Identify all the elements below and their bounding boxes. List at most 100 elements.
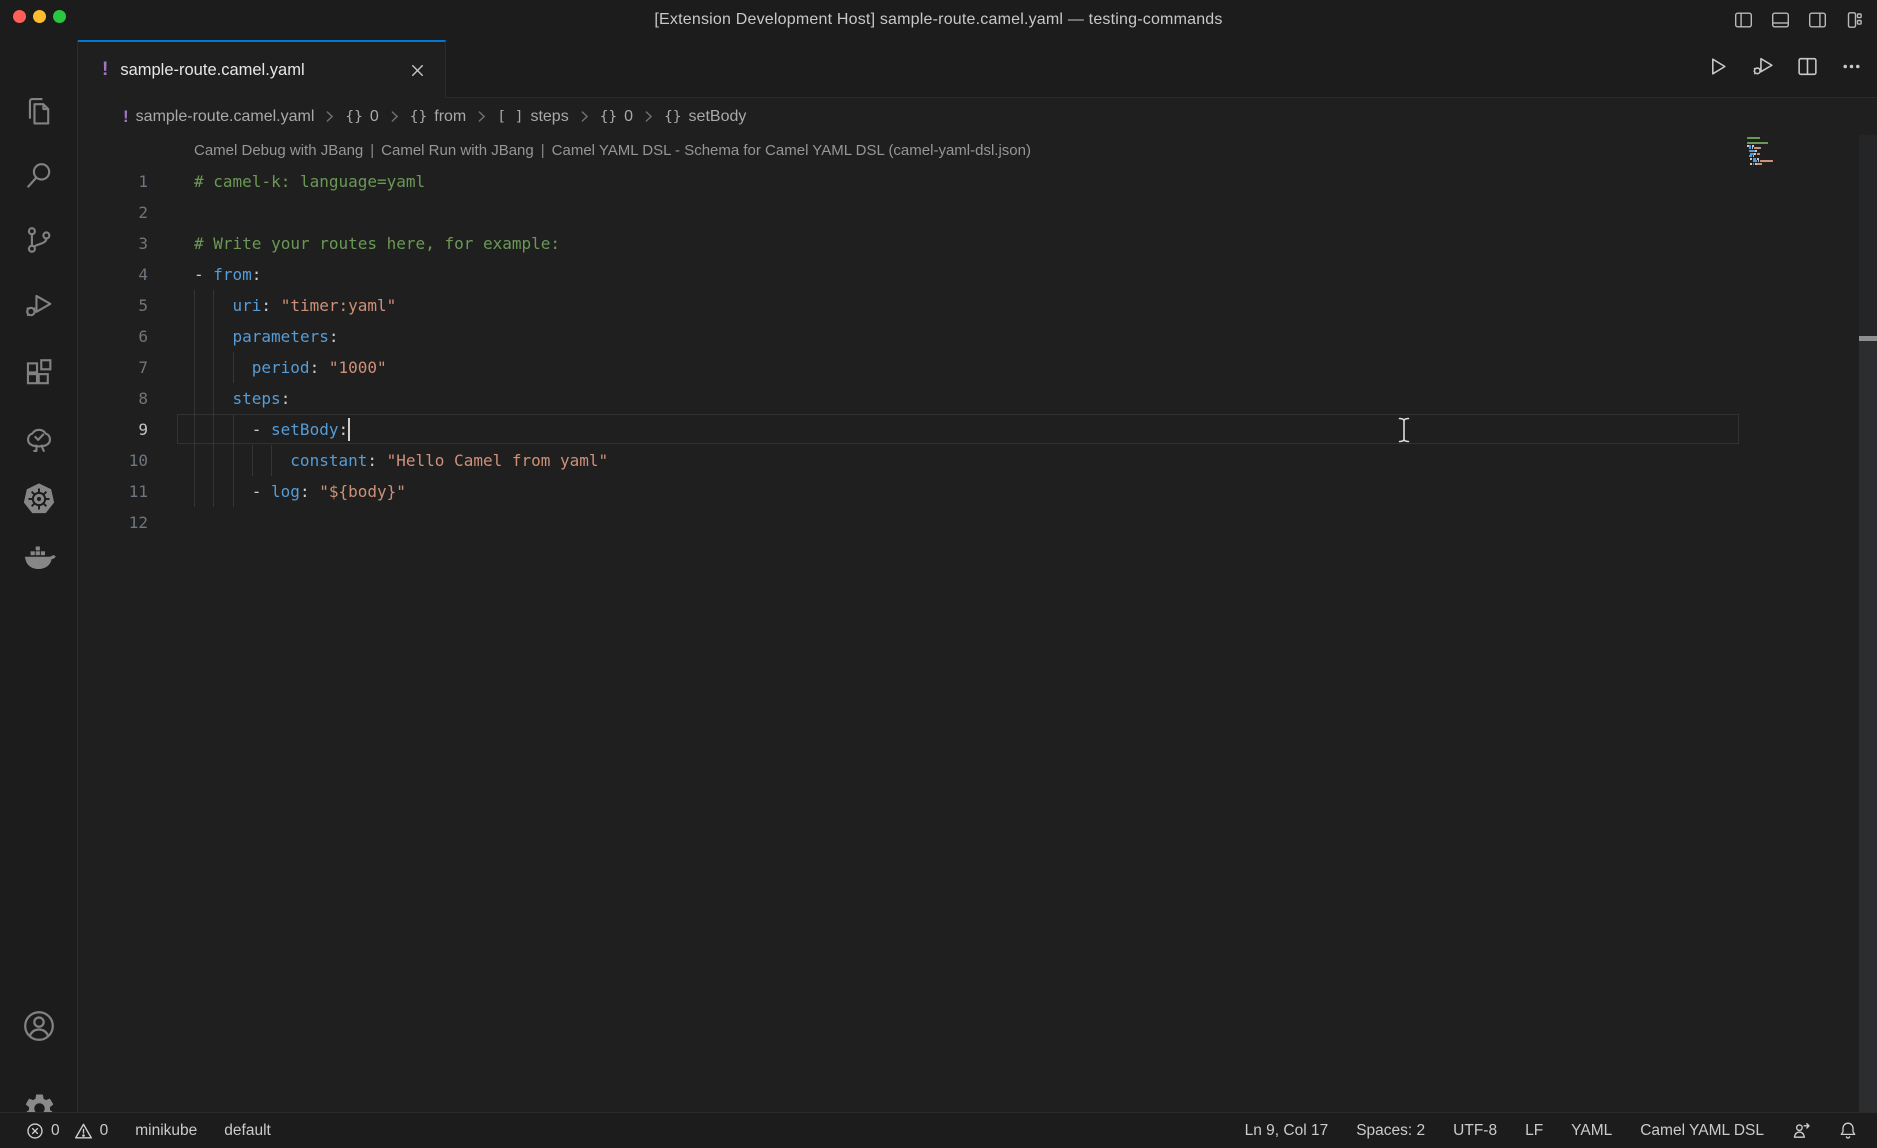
code-line-2[interactable]: 2 [78, 197, 1859, 228]
codelens-separator: | [541, 142, 545, 159]
breadcrumb-label: steps [530, 108, 568, 126]
line-number[interactable]: 7 [78, 352, 148, 383]
run-and-debug-icon[interactable] [21, 287, 57, 323]
warning-icon [74, 1122, 93, 1140]
background-window-sliver [1859, 135, 1877, 336]
chevron-right-icon [387, 109, 402, 124]
line-number[interactable]: 4 [78, 259, 148, 290]
run-or-debug-icon[interactable] [1750, 55, 1775, 83]
code-text: # camel-k: language=yaml [194, 166, 425, 197]
line-number[interactable]: 6 [78, 321, 148, 352]
breadcrumb-item-sample-route-camel-yaml[interactable]: !sample-route.camel.yaml [123, 107, 314, 127]
toggle-secondary-sidebar-icon[interactable] [1807, 10, 1828, 30]
error-icon [26, 1122, 44, 1140]
extensions-icon[interactable] [21, 355, 57, 391]
search-icon[interactable] [21, 157, 57, 193]
breadcrumb-item-setbody[interactable]: {} setBody [664, 108, 746, 126]
symbol-object-icon: {} [664, 109, 681, 125]
accounts-icon[interactable] [21, 1008, 57, 1044]
codelens-link[interactable]: Camel Debug with JBang [194, 142, 363, 159]
code-text: - log: "${body}" [194, 476, 406, 507]
minimap[interactable] [1747, 137, 1793, 169]
background-window-sliver-lower [1859, 341, 1877, 1112]
line-number[interactable]: 12 [78, 507, 148, 538]
notifications-bell-icon[interactable] [1839, 1121, 1857, 1140]
tab-sample-route-camel-yaml[interactable]: ! sample-route.camel.yaml [78, 40, 446, 98]
line-number[interactable]: 11 [78, 476, 148, 507]
chevron-right-icon [322, 109, 337, 124]
codelens-link[interactable]: Camel Run with JBang [381, 142, 534, 159]
customize-layout-icon[interactable] [1844, 10, 1865, 30]
chevron-right-icon [577, 109, 592, 124]
code-line-7[interactable]: 7 period: "1000" [78, 352, 1859, 383]
source-control-icon[interactable] [21, 222, 57, 258]
breadcrumb: !sample-route.camel.yaml {} 0 {}from [ ] step… [78, 98, 1877, 135]
line-number[interactable]: 2 [78, 197, 148, 228]
symbol-object-icon: {} [345, 109, 362, 125]
error-count: 0 [51, 1122, 60, 1140]
breadcrumb-label: 0 [370, 108, 379, 126]
code-line-4[interactable]: 4 - from: [78, 259, 1859, 290]
code-line-5[interactable]: 5 uri: "timer:yaml" [78, 290, 1859, 321]
activity-bar [0, 40, 78, 1112]
code-line-12[interactable]: 12 [78, 507, 1859, 538]
code-text: period: "1000" [194, 352, 387, 383]
cursor-position-status[interactable]: Ln 9, Col 17 [1245, 1122, 1329, 1140]
breadcrumb-item-from[interactable]: {}from [410, 108, 466, 126]
kube-namespace-status[interactable]: default [224, 1122, 271, 1140]
run-file-icon[interactable] [1706, 55, 1729, 83]
yaml-file-icon: ! [123, 107, 129, 127]
problems-status[interactable]: 0 0 [26, 1122, 108, 1140]
code-text: - from: [194, 259, 261, 290]
feedback-icon[interactable] [1792, 1121, 1811, 1140]
breadcrumb-label: setBody [689, 108, 747, 126]
breadcrumb-item-0[interactable]: {} 0 [345, 108, 378, 126]
language-mode-status[interactable]: YAML [1571, 1122, 1612, 1140]
code-text: constant: "Hello Camel from yaml" [194, 445, 608, 476]
encoding-status[interactable]: UTF-8 [1453, 1122, 1497, 1140]
chevron-right-icon [474, 109, 489, 124]
kubernetes-icon[interactable] [21, 481, 57, 517]
yaml-file-icon: ! [102, 59, 108, 81]
breadcrumb-label: 0 [624, 108, 633, 126]
breadcrumb-item-steps[interactable]: [ ] steps [497, 108, 568, 126]
docker-icon[interactable] [21, 539, 57, 575]
code-text: # Write your routes here, for example: [194, 228, 560, 259]
line-number[interactable]: 10 [78, 445, 148, 476]
status-bar: 0 0 minikube default Ln 9, Col 17 Spaces:… [0, 1112, 1877, 1148]
editor-pane[interactable]: Camel Debug with JBang | Camel Run with JB… [78, 135, 1859, 1112]
code-text: uri: "timer:yaml" [194, 290, 396, 321]
code-line-9[interactable]: 9 - setBody: [78, 414, 1859, 445]
testing-icon[interactable] [21, 421, 57, 457]
code-line-10[interactable]: 10 constant: "Hello Camel from yaml" [78, 445, 1859, 476]
code-line-11[interactable]: 11 - log: "${body}" [78, 476, 1859, 507]
symbol-array-icon: [ ] [497, 109, 523, 125]
code-line-8[interactable]: 8steps: [78, 383, 1859, 414]
code-line-6[interactable]: 6parameters: [78, 321, 1859, 352]
camel-dsl-status[interactable]: Camel YAML DSL [1640, 1122, 1764, 1140]
code-text: - setBody: [194, 414, 348, 445]
line-number[interactable]: 3 [78, 228, 148, 259]
line-number[interactable]: 5 [78, 290, 148, 321]
line-number[interactable]: 1 [78, 166, 148, 197]
code-line-1[interactable]: 1 # camel-k: language=yaml [78, 166, 1859, 197]
indentation-status[interactable]: Spaces: 2 [1356, 1122, 1425, 1140]
more-actions-icon[interactable] [1840, 55, 1863, 83]
line-number[interactable]: 8 [78, 383, 148, 414]
window-title: [Extension Development Host] sample-rout… [0, 0, 1877, 40]
kube-context-status[interactable]: minikube [135, 1122, 197, 1140]
line-number[interactable]: 9 [78, 414, 148, 445]
breadcrumb-item-0[interactable]: {}0 [600, 108, 633, 126]
title-bar: [Extension Development Host] sample-rout… [0, 0, 1877, 40]
codelens-link[interactable]: Camel YAML DSL - Schema for Camel YAML D… [552, 142, 1031, 159]
symbol-object-icon: {} [410, 109, 427, 125]
end-of-line-status[interactable]: LF [1525, 1122, 1543, 1140]
toggle-panel-icon[interactable] [1770, 10, 1791, 30]
explorer-icon[interactable] [21, 93, 57, 129]
chevron-right-icon [641, 109, 656, 124]
toggle-primary-sidebar-icon[interactable] [1733, 10, 1754, 30]
warning-count: 0 [100, 1122, 109, 1140]
split-editor-icon[interactable] [1796, 55, 1819, 83]
close-tab-icon[interactable] [405, 58, 429, 82]
code-line-3[interactable]: 3 # Write your routes here, for example: [78, 228, 1859, 259]
